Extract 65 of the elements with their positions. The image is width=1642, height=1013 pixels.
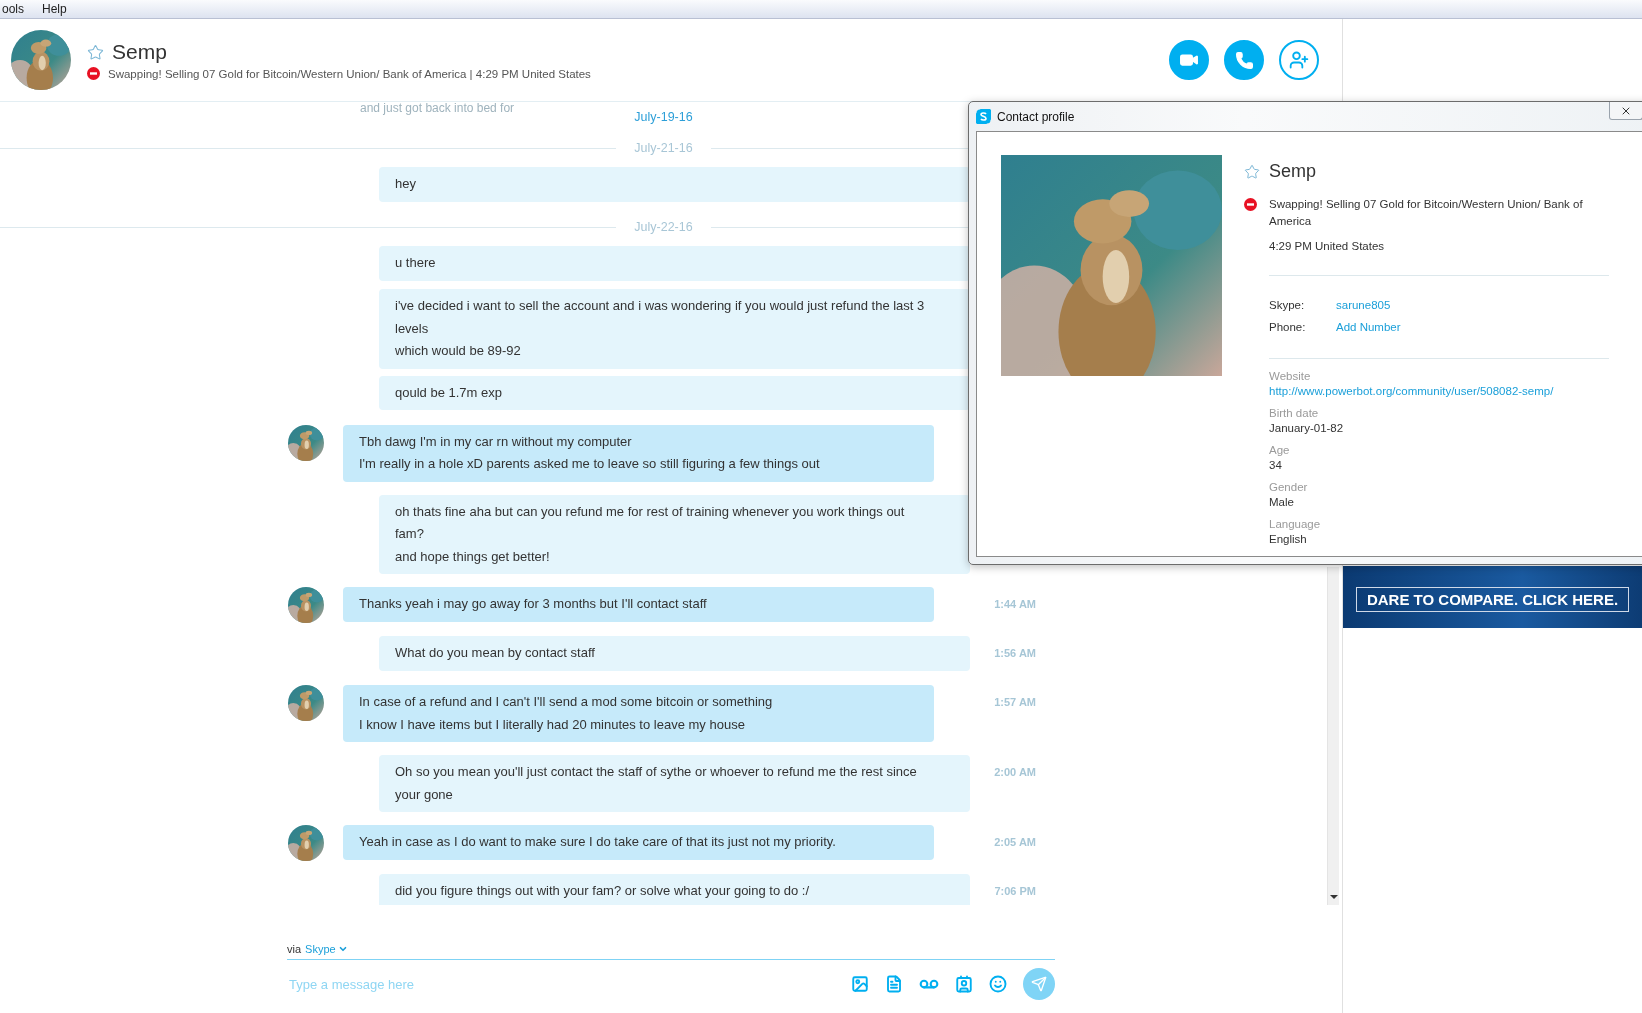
skype-logo-icon <box>976 109 991 124</box>
message-text: I know I have items but I literally had 20 minutes to leave my house <box>359 715 746 734</box>
detail-value: English <box>1269 532 1307 547</box>
field-label: Skype: <box>1269 299 1306 311</box>
message-time: 2:05 AM <box>993 835 1036 848</box>
contact-name: Semp <box>112 40 167 64</box>
detail-label: Gender <box>1269 480 1308 495</box>
faded-message: and just got back into bed for <box>360 102 515 115</box>
scrollbar[interactable] <box>1327 567 1339 905</box>
call-button[interactable] <box>1224 40 1264 80</box>
detail-label: Website <box>1269 369 1311 384</box>
advertisement-banner[interactable]: DARE TO COMPARE. CLICK HERE. <box>1343 566 1642 628</box>
message-time: 7:06 PM <box>993 884 1036 897</box>
smiley-icon[interactable] <box>989 975 1007 993</box>
detail-label: Language <box>1269 517 1321 532</box>
star-icon[interactable] <box>87 43 104 61</box>
menu-item[interactable]: Help <box>40 2 69 16</box>
message-text: In case of a refund and I can't I'll send a mod some bitcoin or something <box>359 693 774 711</box>
message-text: u there <box>395 254 437 272</box>
contact-card-icon[interactable] <box>955 975 973 993</box>
message-text: qould be 1.7m exp <box>395 383 503 402</box>
detail-label: Age <box>1269 443 1290 458</box>
message-text: What do you mean by contact staff <box>395 644 596 662</box>
image-icon[interactable] <box>851 975 869 993</box>
busy-status-icon <box>87 67 100 80</box>
message-text: Tbh dawg I'm in my car rn without my computer <box>359 432 633 451</box>
file-icon[interactable] <box>885 975 903 993</box>
caret-icon <box>337 944 348 954</box>
window-title: Contact profile <box>997 109 1075 124</box>
detail-value: January-01-82 <box>1269 421 1344 436</box>
menu-item[interactable]: ools <box>0 2 26 16</box>
message-text: which would be 89-92 <box>395 342 522 360</box>
detail-value: 34 <box>1269 458 1282 473</box>
message-time: 2:00 AM <box>993 765 1036 778</box>
message-text: hey <box>395 175 417 193</box>
ad-link[interactable]: DARE TO COMPARE. CLICK HERE. <box>1355 587 1630 612</box>
field-label: Phone: <box>1269 321 1307 333</box>
add-contact-button[interactable] <box>1279 40 1319 80</box>
add-person-icon <box>1289 50 1309 70</box>
message-time: 1:56 AM <box>993 646 1036 659</box>
message-text: and hope things get better! <box>395 547 551 566</box>
message-time: 1:44 AM <box>993 597 1036 610</box>
date-divider: July-21-16 <box>633 141 694 155</box>
message-time: 1:57 AM <box>993 695 1036 708</box>
star-icon[interactable] <box>1244 164 1260 180</box>
busy-status-icon <box>1244 198 1257 211</box>
mood-message: Swapping! Selling 07 Gold for Bitcoin/Western Union/ Bank of America <box>1269 197 1584 229</box>
detail-label: Birth date <box>1269 406 1319 421</box>
message-text: did you figure things out with your fam? or solve what your going to do :/ <box>395 882 811 900</box>
message-text: Oh so you mean you'll just contact the staff of sythe or whoever to refund me the rest since your gone <box>395 763 918 804</box>
local-time: 4:29 PM United States <box>1269 239 1386 254</box>
via-label: via <box>287 943 302 955</box>
close-button[interactable] <box>1609 102 1642 120</box>
message-text: Thanks yeah i may go away for 3 months but I'll contact staff <box>359 595 708 613</box>
send-button[interactable] <box>1023 968 1055 1000</box>
video-call-button[interactable] <box>1169 40 1209 80</box>
message-text: I'm really in a hole xD parents asked me to leave so still figuring a few things out <box>359 455 821 473</box>
mood-message: Swapping! Selling 07 Gold for Bitcoin/Western Union/ Bank of America | 4:29 PM United States <box>108 67 591 80</box>
profile-name: Semp <box>1269 161 1317 182</box>
date-divider: July-22-16 <box>633 220 694 234</box>
message-text: oh thats fine aha but can you refund me for rest of training whenever you work things out fam? <box>395 502 906 543</box>
phone-icon <box>1234 50 1254 70</box>
detail-value: Male <box>1269 495 1294 510</box>
message-text: Yeah in case as I do want to make sure I do take care of that its just not my priority. <box>359 833 837 851</box>
send-icon <box>1031 976 1047 992</box>
